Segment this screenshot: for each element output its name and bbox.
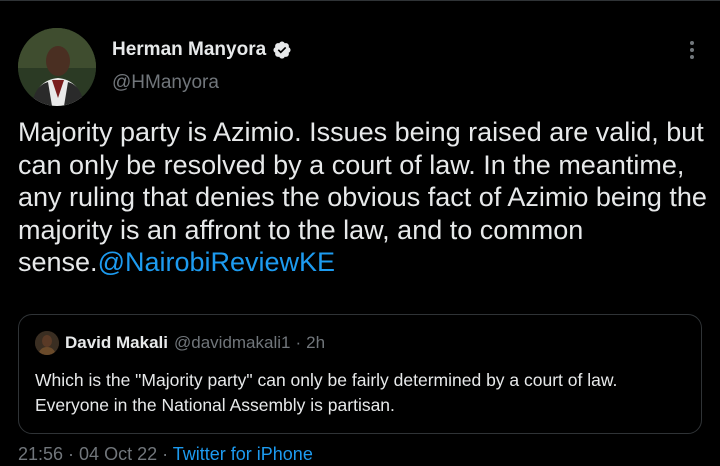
quoted-header: David Makali @davidmakali1 · 2h [35,331,325,355]
author-display-name[interactable]: Herman Manyora [112,39,266,61]
tweet-date[interactable]: 04 Oct 22 [79,444,157,464]
quoted-avatar [35,331,59,355]
quoted-separator: · [295,333,302,352]
top-divider [0,0,720,1]
tweet-time[interactable]: 21:56 [18,444,63,464]
author-handle[interactable]: @HManyora [112,72,292,94]
author-name-row: Herman Manyora [112,38,292,62]
more-options-icon[interactable] [682,40,702,60]
tweet-source-link[interactable]: Twitter for iPhone [173,444,313,464]
quoted-profile-photo-icon [35,331,59,355]
quoted-handle: @davidmakali1 [174,333,291,352]
tweet-meta: 21:56 · 04 Oct 22 · Twitter for iPhone [18,444,313,465]
author-avatar[interactable] [18,28,96,106]
quoted-tweet[interactable]: David Makali @davidmakali1 · 2h Which is… [18,314,702,434]
quoted-text: Which is the "Majority party" can only b… [35,370,618,415]
quoted-display-name: David Makali [65,333,168,352]
mention-link[interactable]: @NairobiReviewKE [98,247,336,277]
profile-photo-icon [18,28,96,106]
meta-separator: · [63,444,80,464]
quoted-timestamp: 2h [306,333,326,352]
tweet-text: Majority party is Azimio. Issues being r… [18,116,708,279]
author-block: Herman Manyora @HManyora [112,38,292,94]
verified-badge-icon [272,40,292,60]
meta-separator: · [157,444,173,464]
